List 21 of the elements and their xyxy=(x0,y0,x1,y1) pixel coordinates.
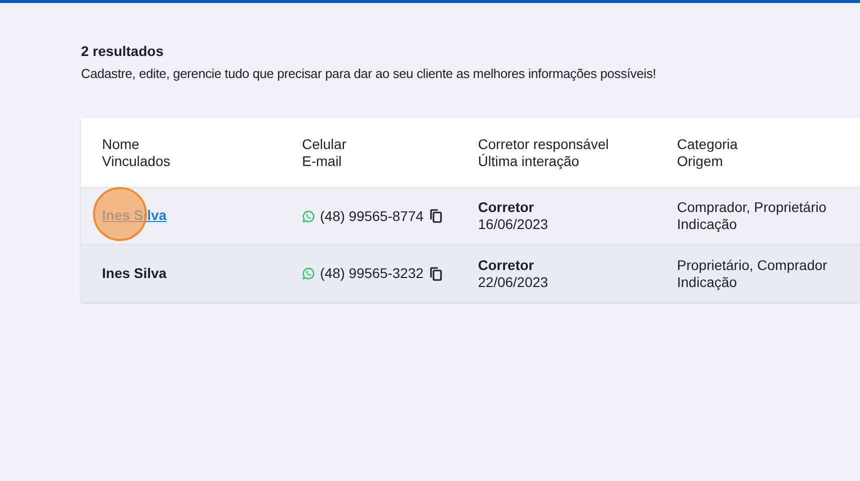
date-text: 22/06/2023 xyxy=(478,274,550,290)
column-header: Categoria Origem xyxy=(677,136,739,170)
phone-number: (48) 99565-3232 xyxy=(320,264,424,283)
column-header: Nome Vinculados xyxy=(101,136,172,170)
category-text: Comprador, Proprietário xyxy=(677,199,828,216)
broker-name: Corretor xyxy=(478,256,536,274)
whatsapp-icon xyxy=(302,267,315,280)
broker-name: Corretor xyxy=(478,199,536,216)
copy-icon[interactable] xyxy=(430,266,442,280)
description-text: Cadastre, edite, gerencie tudo que precisar para dar ao seu cliente as melhores informações possíveis! xyxy=(81,65,658,83)
column-header: Celular E-mail xyxy=(302,136,348,170)
result-count: 2 resultados xyxy=(81,42,164,60)
phone-number: (48) 99565-8774 xyxy=(320,206,424,226)
date-text: 16/06/2023 xyxy=(478,216,550,233)
copy-icon[interactable] xyxy=(430,209,442,223)
name-text: Ines Silva xyxy=(102,264,167,280)
origin-text: Indicação xyxy=(677,216,738,233)
whatsapp-icon xyxy=(302,210,315,222)
origin-text: Indicação xyxy=(677,274,738,290)
category-text: Proprietário, Comprador xyxy=(677,256,828,274)
column-header: Corretor responsável Última interação xyxy=(478,136,610,170)
